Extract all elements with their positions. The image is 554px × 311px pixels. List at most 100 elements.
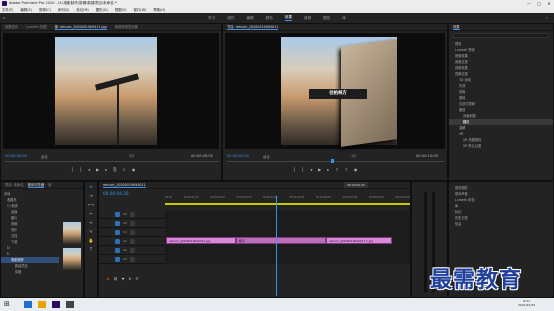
insert-icon[interactable]: ⎘	[113, 167, 116, 172]
camera-icon[interactable]: ◉	[132, 167, 136, 172]
mute-icon[interactable]	[129, 247, 135, 253]
extract-icon[interactable]: ⇪	[345, 167, 348, 172]
tree-node[interactable]: 剪辑	[1, 269, 59, 275]
taskbar-app-icon[interactable]	[66, 301, 74, 308]
taskbar-app-icon[interactable]	[38, 301, 46, 308]
tab-lumetri-scopes[interactable]: Lumetri 范围	[26, 24, 46, 30]
razor-icon[interactable]: ✂	[85, 209, 97, 218]
workspace-audio[interactable]: 音频	[304, 16, 311, 21]
program-scrub-bar[interactable]	[227, 161, 445, 162]
track-target-toggle[interactable]	[115, 238, 120, 244]
step-forward-icon[interactable]: ▸	[327, 167, 329, 172]
ruler-label: 00:00:02:00	[210, 196, 225, 199]
track-select-icon[interactable]: ⇥	[85, 191, 97, 200]
wrench-icon[interactable]: ⚙	[128, 277, 131, 281]
mute-icon[interactable]	[129, 256, 135, 262]
step-back-icon[interactable]: ◂	[310, 167, 312, 172]
workspace-assembly[interactable]: 组件	[227, 16, 234, 21]
track-label: A2	[123, 248, 127, 252]
play-icon[interactable]: ▶	[96, 167, 99, 172]
video-clip[interactable]: rehuoh_20200519094011.jpg	[166, 237, 236, 244]
media-thumbnail[interactable]	[63, 248, 81, 270]
workspace-color[interactable]: 颜色	[266, 16, 273, 21]
eye-icon[interactable]	[129, 211, 135, 217]
workspace-libraries[interactable]: 库	[342, 16, 346, 21]
mark-out-icon[interactable]: }	[80, 167, 83, 172]
source-viewer[interactable]	[3, 33, 219, 149]
program-fit-select[interactable]: 适合	[263, 154, 270, 159]
ruler-label: 00:00:08:00	[368, 196, 384, 199]
home-icon[interactable]: ⌂	[3, 16, 5, 20]
video-clip[interactable]: rehuoh_20200519094017 1.jpg	[326, 237, 392, 244]
mark-out-icon[interactable]: }	[302, 167, 305, 172]
track-target-toggle[interactable]	[115, 211, 120, 217]
camera-icon[interactable]: ◉	[354, 167, 358, 172]
track-target-toggle[interactable]	[115, 220, 120, 226]
track-label: V2	[123, 221, 127, 225]
source-fit-select[interactable]: 适合	[41, 154, 48, 159]
project-panel: 项目: 未命名 媒体浏览器 库 本地 收藏夹 C:\系统 桌面 图片 视频 音乐…	[0, 181, 84, 298]
play-icon[interactable]: ▶	[318, 167, 321, 172]
program-playhead[interactable]	[331, 159, 334, 163]
tab-audio-mixer[interactable]: 音频剪辑混合器	[115, 24, 138, 30]
program-scale-select[interactable]: 1/2	[351, 154, 356, 158]
work-area-bar[interactable]	[165, 203, 410, 205]
linked-selection-icon[interactable]: ⛓	[113, 277, 117, 281]
program-viewer[interactable]: 往柏林方	[225, 33, 445, 149]
tab-project[interactable]: 项目: 未命名	[5, 182, 24, 188]
mark-in-icon[interactable]: {	[293, 167, 296, 172]
premiere-taskbar-icon[interactable]	[52, 301, 60, 308]
snap-icon[interactable]: ⧉	[107, 277, 109, 281]
media-thumbnail[interactable]	[63, 222, 81, 244]
mark-in-icon[interactable]: {	[71, 167, 74, 172]
selection-tool-icon[interactable]: ➤	[85, 182, 97, 191]
tab-effect-controls[interactable]: 效果控件	[5, 24, 18, 30]
search-icon[interactable]: ⌕	[546, 16, 548, 20]
pen-icon[interactable]: ✎	[85, 227, 97, 236]
timeline-ruler[interactable]: 00:00 00:00:01:00 00:00:02:00 00:00:03:0…	[165, 196, 410, 202]
windows-start-icon[interactable]: ⊞	[4, 300, 12, 308]
tab-program[interactable]: 节目: rehuoh_20200519094011	[227, 24, 279, 30]
tab-libraries[interactable]: 库	[48, 182, 51, 188]
step-back-icon[interactable]: ◂	[88, 167, 90, 172]
track-target-toggle[interactable]	[115, 247, 120, 253]
step-forward-icon[interactable]: ▸	[105, 167, 107, 172]
tab-sequence[interactable]: rehuoh_20200519094011	[103, 182, 146, 188]
source-scale-select[interactable]: 1/2	[129, 154, 134, 158]
workspace-editing[interactable]: 编辑	[246, 16, 253, 21]
taskbar-app-icon[interactable]	[24, 301, 32, 308]
tab-source[interactable]: 源: rehuoh_2020051909411.jpg	[54, 24, 107, 30]
add-marker-icon[interactable]: ▼	[122, 277, 125, 281]
close-button[interactable]: ✕	[544, 0, 554, 7]
playhead-line[interactable]	[276, 196, 277, 296]
transition-clip[interactable]: 翻页	[236, 237, 326, 244]
source-scrub-bar[interactable]	[5, 161, 219, 162]
source-monitor: 效果控件 Lumetri 范围 源: rehuoh_2020051909411.…	[0, 23, 222, 181]
minimize-button[interactable]: —	[524, 0, 534, 7]
effects-search-input[interactable]	[453, 33, 549, 38]
mute-icon[interactable]	[129, 238, 135, 244]
workspace-effects[interactable]: 效果	[284, 15, 292, 21]
overwrite-icon[interactable]: ⇩	[122, 167, 125, 172]
captions-icon[interactable]: ☰	[135, 277, 138, 281]
eye-icon[interactable]	[129, 229, 135, 235]
hand-icon[interactable]: ✋	[85, 236, 97, 245]
slip-icon[interactable]: ↔	[85, 218, 97, 227]
window-title: Adobe Premiere Pro 2020 - D:\电影制作\剪辑\新建项…	[9, 1, 117, 5]
track-area[interactable]: rehuoh_20200519094011.jpg 翻页 rehuoh_2020…	[165, 210, 410, 264]
type-icon[interactable]: T	[85, 245, 97, 254]
eye-icon[interactable]	[129, 220, 135, 226]
workspace-learn[interactable]: 学习	[208, 16, 215, 21]
maximize-button[interactable]: □	[534, 0, 544, 7]
source-timecode[interactable]: 00:00:00:00	[5, 154, 27, 158]
ripple-edit-icon[interactable]: ⟷	[85, 200, 97, 209]
lift-icon[interactable]: ⇧	[335, 167, 338, 172]
tab-media-browser[interactable]: 媒体浏览器	[27, 182, 45, 188]
panel-info[interactable]: 信息	[449, 221, 553, 227]
track-target-toggle[interactable]	[115, 256, 120, 262]
program-timecode[interactable]: 00:00:04:20	[227, 154, 249, 158]
track-target-toggle[interactable]	[115, 229, 120, 235]
effects-item[interactable]: VR 默认过渡	[449, 143, 553, 149]
timeline-timecode[interactable]: 00:00:04:20	[103, 191, 129, 196]
workspace-graphics[interactable]: 图形	[323, 16, 330, 21]
